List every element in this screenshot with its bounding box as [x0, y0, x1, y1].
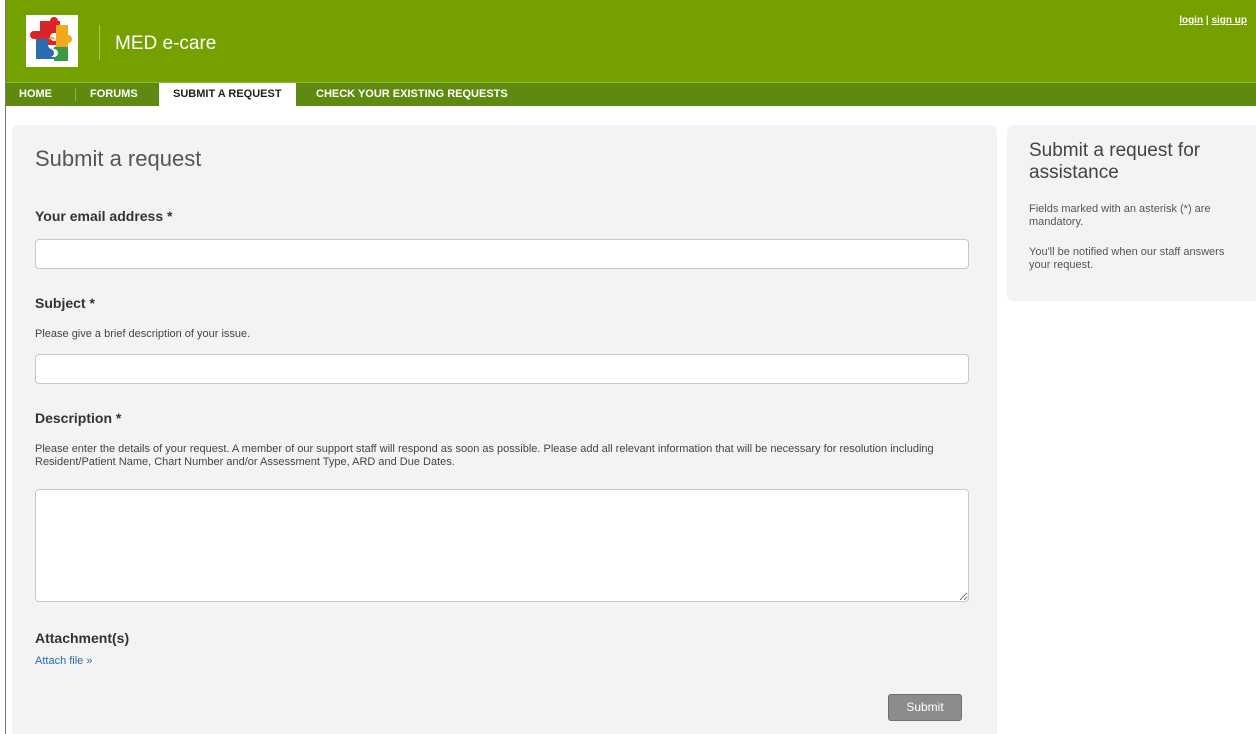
- login-link[interactable]: login: [1179, 15, 1203, 26]
- auth-links: login | sign up: [1179, 15, 1247, 26]
- attachments-label: Attachment(s): [35, 630, 130, 646]
- nav-forums[interactable]: FORUMS: [76, 83, 152, 106]
- header-divider: [99, 25, 100, 60]
- nav-check-requests[interactable]: CHECK YOUR EXISTING REQUESTS: [303, 83, 521, 106]
- subject-field[interactable]: [35, 354, 969, 384]
- nav-submit-request[interactable]: SUBMIT A REQUEST: [159, 83, 296, 106]
- help-sidebar: Submit a request for assistance Fields m…: [1007, 125, 1256, 301]
- signup-link[interactable]: sign up: [1211, 15, 1247, 26]
- description-label: Description *: [35, 410, 122, 426]
- request-form-panel: Submit a request Your email address * Su…: [12, 125, 997, 734]
- sidebar-notify-note: You'll be notified when our staff answer…: [1029, 246, 1225, 271]
- submit-button[interactable]: Submit: [888, 694, 962, 721]
- email-field[interactable]: [35, 239, 969, 269]
- subject-help-text: Please give a brief description of your …: [35, 328, 251, 340]
- email-label: Your email address *: [35, 208, 173, 224]
- site-title: MED e-care: [115, 33, 217, 54]
- sidebar-title: Submit a request for assistance: [1029, 140, 1201, 183]
- site-header: MED e-care login | sign up: [6, 0, 1256, 82]
- main-nav: HOME FORUMS SUBMIT A REQUEST CHECK YOUR …: [6, 82, 1256, 106]
- subject-label: Subject *: [35, 295, 95, 311]
- attach-file-link[interactable]: Attach file »: [35, 655, 92, 667]
- sidebar-mandatory-note: Fields marked with an asterisk (*) are m…: [1029, 203, 1211, 228]
- med-ecare-logo[interactable]: [26, 15, 78, 67]
- page-title: Submit a request: [35, 146, 202, 171]
- nav-home[interactable]: HOME: [6, 83, 65, 106]
- puzzle-logo-icon: [26, 15, 78, 67]
- description-help-text: Please enter the details of your request…: [35, 443, 934, 468]
- page-frame: MED e-care login | sign up HOME FORUMS S…: [5, 0, 1256, 734]
- description-field[interactable]: [35, 489, 969, 602]
